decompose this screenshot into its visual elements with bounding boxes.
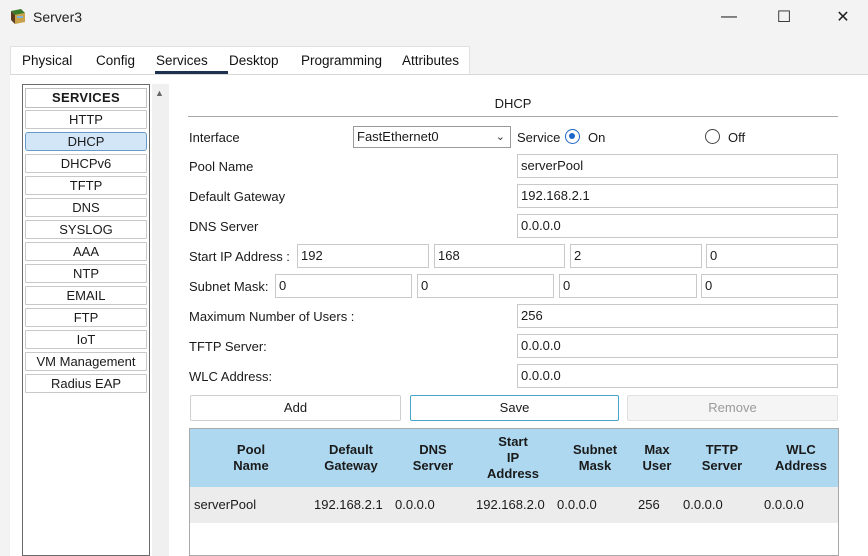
- cell-max-user: 256: [638, 497, 660, 512]
- cell-default-gateway: 192.168.2.1: [314, 497, 383, 512]
- service-label: Service: [517, 130, 561, 145]
- server-app-icon: [11, 9, 25, 24]
- sidebar-item-dhcpv6[interactable]: DHCPv6: [25, 154, 147, 173]
- sidebar-item-aaa[interactable]: AAA: [25, 242, 147, 261]
- services-sidebar: SERVICES HTTP DHCP DHCPv6 TFTP DNS SYSLO…: [22, 84, 150, 556]
- subnet-octet-3[interactable]: 0: [559, 274, 697, 298]
- sidebar-item-radius-eap[interactable]: Radius EAP: [25, 374, 147, 393]
- service-off-label: Off: [728, 130, 746, 145]
- column-header-pool-name: Pool Name: [233, 442, 269, 473]
- add-button[interactable]: Add: [190, 395, 401, 421]
- sidebar-item-tftp[interactable]: TFTP: [25, 176, 147, 195]
- pool-name-label: Pool Name: [189, 159, 254, 174]
- table-row[interactable]: serverPool 192.168.2.1 0.0.0.0 192.168.2…: [190, 487, 838, 523]
- tab-services[interactable]: Services: [156, 53, 208, 68]
- max-users-input[interactable]: 256: [517, 304, 838, 328]
- tab-bar: Physical Config Services Desktop Program…: [10, 46, 470, 74]
- sidebar-item-email[interactable]: EMAIL: [25, 286, 147, 305]
- default-gateway-input[interactable]: 192.168.2.1: [517, 184, 838, 208]
- wlc-address-input[interactable]: 0.0.0.0: [517, 364, 838, 388]
- dns-server-input[interactable]: 0.0.0.0: [517, 214, 838, 238]
- subnet-octet-2[interactable]: 0: [417, 274, 554, 298]
- service-on-radio[interactable]: [565, 129, 580, 144]
- sidebar-item-syslog[interactable]: SYSLOG: [25, 220, 147, 239]
- start-ip-octet-3[interactable]: 2: [570, 244, 702, 268]
- interface-select[interactable]: FastEthernet0 ⌄: [353, 126, 511, 148]
- start-ip-octet-1[interactable]: 192: [297, 244, 429, 268]
- maximize-button[interactable]: ☐: [761, 0, 807, 34]
- column-header-dns-server: DNS Server: [412, 442, 454, 473]
- cell-pool-name: serverPool: [194, 497, 257, 512]
- cell-start-ip: 192.168.2.0: [476, 497, 545, 512]
- scroll-up-icon[interactable]: ▲: [155, 88, 164, 98]
- tab-physical[interactable]: Physical: [22, 53, 72, 68]
- window-title: Server3: [33, 9, 83, 25]
- dhcp-section-title: DHCP: [494, 96, 532, 111]
- sidebar-item-dns[interactable]: DNS: [25, 198, 147, 217]
- tab-programming[interactable]: Programming: [301, 53, 382, 68]
- subnet-octet-1[interactable]: 0: [275, 274, 412, 298]
- tftp-server-input[interactable]: 0.0.0.0: [517, 334, 838, 358]
- subnet-mask-label: Subnet Mask:: [189, 279, 269, 294]
- column-header-tftp-server: TFTP Server: [701, 442, 743, 473]
- column-header-default-gateway: Default Gateway: [324, 442, 378, 473]
- column-header-max-user: Max User: [642, 442, 672, 473]
- sidebar-item-iot[interactable]: IoT: [25, 330, 147, 349]
- close-icon: ✕: [836, 9, 850, 26]
- tab-attributes[interactable]: Attributes: [402, 53, 459, 68]
- pool-name-input[interactable]: serverPool: [517, 154, 838, 178]
- dhcp-pool-table: Pool Name Default Gateway DNS Server Start I…: [189, 428, 839, 556]
- minimize-icon: —: [721, 8, 737, 25]
- title-bar: Server3 — ☐ ✕: [0, 0, 868, 34]
- column-header-subnet-mask: Subnet Mask: [572, 442, 618, 473]
- max-users-label: Maximum Number of Users :: [189, 309, 355, 324]
- remove-button[interactable]: Remove: [627, 395, 838, 421]
- start-ip-octet-2[interactable]: 168: [434, 244, 565, 268]
- close-button[interactable]: ✕: [820, 0, 866, 34]
- sidebar-item-dhcp[interactable]: DHCP: [25, 132, 147, 151]
- start-ip-label: Start IP Address :: [189, 249, 290, 264]
- tftp-server-label: TFTP Server:: [189, 339, 267, 354]
- sidebar-scrollbar[interactable]: ▲: [152, 84, 169, 556]
- dns-server-label: DNS Server: [189, 219, 259, 234]
- cell-dns-server: 0.0.0.0: [395, 497, 435, 512]
- chevron-down-icon: ⌄: [495, 131, 505, 143]
- section-divider: [188, 116, 838, 117]
- cell-wlc-address: 0.0.0.0: [764, 497, 804, 512]
- table-header: Pool Name Default Gateway DNS Server Start I…: [190, 429, 838, 487]
- tab-config[interactable]: Config: [96, 53, 135, 68]
- subnet-octet-4[interactable]: 0: [701, 274, 838, 298]
- sidebar-item-vm-management[interactable]: VM Management: [25, 352, 147, 371]
- column-header-start-ip: Start IP Address: [486, 434, 540, 481]
- interface-label: Interface: [189, 130, 240, 145]
- cell-tftp-server: 0.0.0.0: [683, 497, 723, 512]
- service-off-radio[interactable]: [705, 129, 720, 144]
- cell-subnet-mask: 0.0.0.0: [557, 497, 597, 512]
- sidebar-item-ntp[interactable]: NTP: [25, 264, 147, 283]
- sidebar-item-ftp[interactable]: FTP: [25, 308, 147, 327]
- sidebar-header: SERVICES: [25, 88, 147, 108]
- maximize-icon: ☐: [776, 9, 792, 26]
- service-on-label: On: [588, 130, 606, 145]
- default-gateway-label: Default Gateway: [189, 189, 286, 204]
- save-button[interactable]: Save: [410, 395, 619, 421]
- start-ip-octet-4[interactable]: 0: [706, 244, 838, 268]
- tab-desktop[interactable]: Desktop: [229, 53, 279, 68]
- column-header-wlc-address: WLC Address: [774, 442, 828, 473]
- wlc-address-label: WLC Address:: [189, 369, 273, 384]
- sidebar-item-http[interactable]: HTTP: [25, 110, 147, 129]
- minimize-button[interactable]: —: [706, 0, 752, 34]
- interface-select-value: FastEthernet0: [357, 129, 439, 144]
